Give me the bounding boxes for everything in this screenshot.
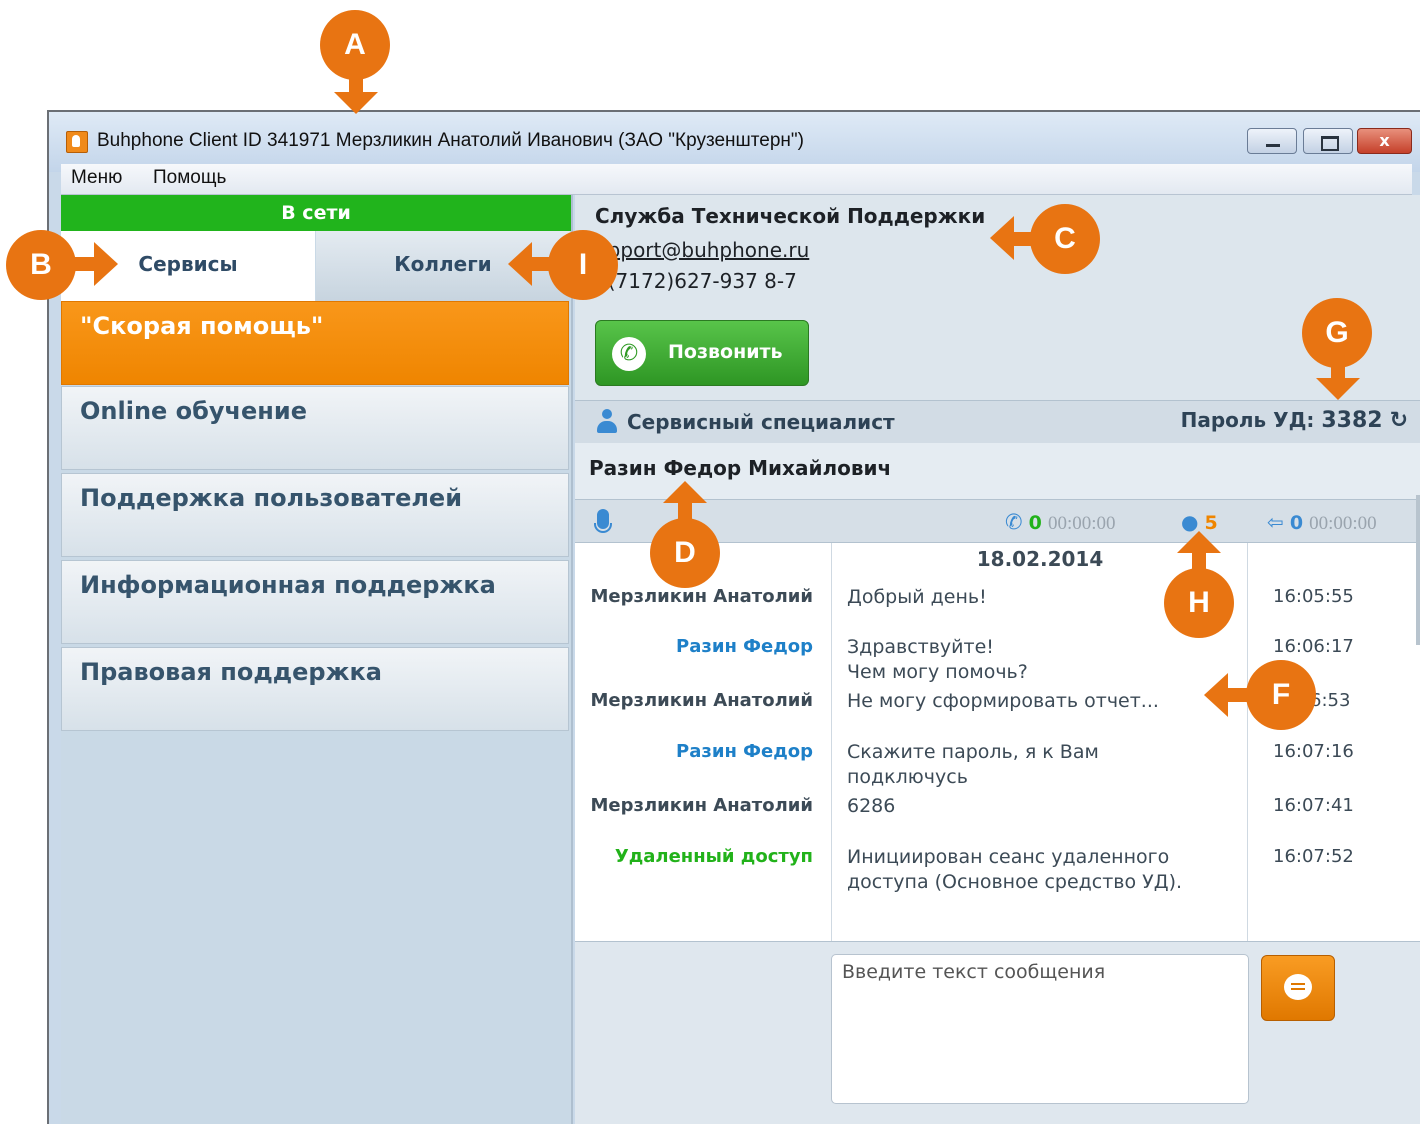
phone-icon: ✆ <box>612 337 646 371</box>
service-item-online-training[interactable]: Online обучение <box>61 386 569 470</box>
specialist-header: Сервисный специалист Пароль УД: 3382 ↻ <box>575 400 1420 444</box>
title-bar[interactable]: Buhphone Client ID 341971 Мерзликин Анат… <box>49 112 1420 172</box>
window-title: Buhphone Client ID 341971 Мерзликин Анат… <box>97 130 804 151</box>
message-input[interactable] <box>831 954 1249 1104</box>
marker-f: F <box>1246 660 1316 730</box>
service-item-user-support[interactable]: Поддержка пользователей <box>61 473 569 557</box>
status-online-badge: В сети <box>61 195 571 231</box>
marker-d-arrow <box>678 502 692 520</box>
call-button-label: Позвонить <box>668 341 783 363</box>
message-time: 16:07:41 <box>1273 795 1354 816</box>
calls-count: 0 <box>1028 512 1042 534</box>
marker-i: I <box>548 230 618 300</box>
send-message-button[interactable] <box>1261 955 1335 1021</box>
scrollbar[interactable] <box>1416 495 1420 645</box>
marker-f-arrowhead <box>1204 673 1228 717</box>
marker-a-arrowhead <box>334 92 378 114</box>
message-author: Мерзликин Анатолий <box>590 586 813 607</box>
marker-b: B <box>6 230 76 300</box>
message-text: 6286 <box>847 795 896 817</box>
minimize-button[interactable] <box>1247 128 1297 154</box>
remote-access-icon: ⇦ <box>1267 510 1284 534</box>
message-author: Удаленный доступ <box>614 846 813 867</box>
calls-duration: 00:00:00 <box>1047 513 1116 534</box>
phone-call-icon: ✆ <box>1005 510 1023 534</box>
marker-h-arrow <box>1192 552 1206 570</box>
message-time: 6:53 <box>1310 690 1351 711</box>
chat-history[interactable]: 18.02.2014 Мерзликин Анатолий Добрый ден… <box>575 543 1420 942</box>
message-time: 16:07:52 <box>1273 846 1354 867</box>
marker-d-arrowhead <box>663 481 707 503</box>
message-text: Здравствуйте! Чем могу помочь? <box>847 636 1028 683</box>
message-time: 16:07:16 <box>1273 741 1354 762</box>
marker-i-arrowhead <box>508 242 532 286</box>
remote-duration: 00:00:00 <box>1309 513 1377 534</box>
service-item-emergency[interactable]: "Скорая помощь" <box>61 301 569 385</box>
app-logo-icon <box>66 131 88 153</box>
maximize-button[interactable] <box>1303 128 1353 154</box>
contact-email-link[interactable]: upport@buhphone.ru <box>595 238 809 262</box>
specialist-section-title: Сервисный специалист <box>627 410 895 434</box>
marker-f-arrow <box>1226 688 1250 702</box>
message-author: Мерзликин Анатолий <box>590 795 813 816</box>
menu-item-help[interactable]: Помощь <box>153 167 226 189</box>
message-author: Мерзликин Анатолий <box>590 690 813 711</box>
refresh-icon[interactable]: ↻ <box>1390 408 1408 433</box>
service-item-info-support[interactable]: Информационная поддержка <box>61 560 569 644</box>
specialist-name: Разин Федор Михайлович <box>589 456 892 480</box>
menu-bar: Меню Помощь <box>61 164 1412 195</box>
call-button[interactable]: ✆ Позвонить <box>595 320 809 386</box>
marker-i-arrow <box>530 257 552 271</box>
marker-g: G <box>1302 298 1372 368</box>
contact-phone: 7(7172)627-937 8-7 <box>595 269 797 293</box>
left-panel: В сети Сервисы Коллеги "Скорая помощь" O… <box>61 195 573 1124</box>
remote-password-label: Пароль УД: <box>1180 408 1315 432</box>
marker-h-arrowhead <box>1177 531 1221 553</box>
message-text: Скажите пароль, я к Вам подключусь <box>847 741 1099 788</box>
message-text: Не могу сформировать отчет... <box>847 690 1159 712</box>
compose-area <box>575 942 1420 1124</box>
service-item-legal-support[interactable]: Правовая поддержка <box>61 647 569 731</box>
remote-stat: ⇦ 0 00:00:00 <box>1267 510 1377 535</box>
message-author: Разин Федор <box>676 636 813 657</box>
user-icon <box>596 409 618 433</box>
marker-c-arrow <box>1012 232 1034 246</box>
close-button[interactable]: x <box>1357 128 1412 154</box>
marker-b-arrow <box>74 257 96 271</box>
contact-name: Служба Технической Поддержки <box>595 204 986 228</box>
message-time: 16:06:17 <box>1273 636 1354 657</box>
microphone-icon[interactable] <box>594 509 612 533</box>
menu-item-menu[interactable]: Меню <box>71 167 122 189</box>
remote-count: 0 <box>1289 512 1304 534</box>
remote-password: Пароль УД: 3382 ↻ <box>1181 408 1408 433</box>
close-icon: x <box>1379 131 1390 150</box>
message-author: Разин Федор <box>676 741 813 762</box>
marker-c-arrowhead <box>990 216 1014 260</box>
marker-g-arrowhead <box>1316 378 1360 400</box>
message-text: Инициирован сеанс удаленного доступа (Ос… <box>847 846 1183 893</box>
marker-a: A <box>320 10 390 80</box>
send-chat-icon <box>1284 974 1312 1000</box>
calls-stat: ✆ 0 00:00:00 <box>1005 510 1116 535</box>
remote-password-value: 3382 <box>1321 408 1383 433</box>
marker-c: C <box>1030 204 1100 274</box>
marker-h: H <box>1164 568 1234 638</box>
marker-b-arrowhead <box>94 242 118 286</box>
message-time: 16:05:55 <box>1273 586 1354 607</box>
marker-d: D <box>650 518 720 588</box>
right-panel: Служба Технической Поддержки upport@buhp… <box>575 195 1420 1124</box>
chat-time-divider <box>1247 543 1248 941</box>
